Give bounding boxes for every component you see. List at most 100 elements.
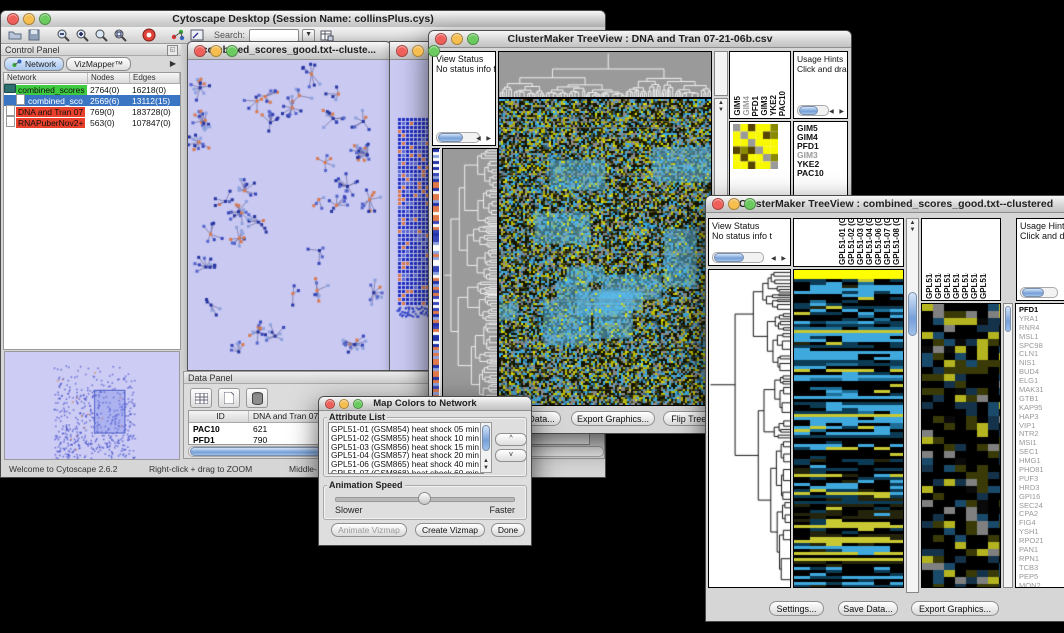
gene-label[interactable]: HRD3 bbox=[1019, 483, 1064, 492]
main-title-bar[interactable]: Cytoscape Desktop (Session Name: collins… bbox=[1, 11, 605, 28]
close-button[interactable] bbox=[712, 198, 724, 210]
row-dendrogram-canvas[interactable] bbox=[709, 270, 790, 587]
done-button[interactable]: Done bbox=[491, 523, 525, 537]
scroll-up-icon[interactable]: ▲ bbox=[715, 100, 727, 107]
scroll-arrows-icon[interactable]: ◀ ▶ bbox=[771, 255, 788, 262]
gene-label[interactable]: NTR2 bbox=[1019, 429, 1064, 438]
scroll-arrows-icon[interactable]: ◀ ▶ bbox=[829, 108, 846, 115]
gene-label[interactable]: PAN1 bbox=[1019, 545, 1064, 554]
view-status-hscrollbar[interactable] bbox=[436, 132, 480, 143]
zoom-fit-icon[interactable] bbox=[112, 28, 127, 42]
gene-label[interactable]: CPA2 bbox=[1019, 509, 1064, 518]
zoom-button[interactable] bbox=[226, 45, 238, 57]
gene-label[interactable]: MSL1 bbox=[1019, 332, 1064, 341]
minimize-button[interactable] bbox=[210, 45, 222, 57]
treeview1-vscroll-top[interactable] bbox=[714, 51, 728, 96]
gene-label[interactable]: GIM3 bbox=[797, 150, 847, 159]
gene-label[interactable]: YSH1 bbox=[1019, 527, 1064, 536]
gene-label[interactable]: RNR4 bbox=[1019, 323, 1064, 332]
open-session-icon[interactable] bbox=[7, 28, 22, 42]
gene-label[interactable]: GTB1 bbox=[1019, 394, 1064, 403]
table-import-icon[interactable] bbox=[319, 28, 334, 42]
network-view-title-bar[interactable]: combined_scores_good.txt--cluste... bbox=[188, 42, 390, 60]
column-label[interactable]: GPL51-06 (GSM865) bbox=[874, 219, 883, 265]
scroll-up-icon[interactable]: ▲ bbox=[481, 458, 491, 464]
close-button[interactable] bbox=[435, 33, 447, 45]
gene-label[interactable]: PAC10 bbox=[797, 168, 847, 177]
zoom-button[interactable] bbox=[744, 198, 756, 210]
network-row[interactable]: combined_sco2569(6)13112(15) bbox=[4, 95, 180, 106]
gene-label[interactable]: PFD1 bbox=[797, 141, 847, 150]
column-label[interactable]: GPL51-08 (GSM872) bbox=[979, 273, 988, 299]
column-label[interactable]: GPL51-06 (GSM865) bbox=[961, 273, 970, 299]
usage-hints-hscrollbar[interactable] bbox=[797, 105, 829, 116]
scroll-arrows-icon[interactable]: ◀ ▶ bbox=[476, 135, 493, 142]
background-network-canvas[interactable] bbox=[390, 60, 430, 368]
close-button[interactable] bbox=[396, 45, 408, 57]
search-dropdown-icon[interactable]: ▼ bbox=[302, 29, 315, 42]
scroll-down-icon[interactable]: ▼ bbox=[715, 107, 727, 114]
heatmap-canvas[interactable] bbox=[499, 99, 711, 405]
column-label[interactable]: GPL51-07 (GSM868) bbox=[970, 273, 979, 299]
minimize-button[interactable] bbox=[728, 198, 740, 210]
gene-label[interactable]: ELG1 bbox=[1019, 376, 1064, 385]
detail-heatmap-canvas[interactable] bbox=[922, 304, 1000, 587]
tab-overflow-icon[interactable]: ▶ bbox=[170, 59, 176, 68]
column-label[interactable]: GIM5 bbox=[733, 96, 742, 116]
export-graphics-button[interactable]: Export Graphics... bbox=[571, 411, 655, 426]
gene-label[interactable]: CLN1 bbox=[1019, 349, 1064, 358]
detail-vscrollbar[interactable] bbox=[1003, 303, 1013, 588]
vizmapper-nodes-icon[interactable] bbox=[170, 28, 185, 42]
attribute-item[interactable]: GPL51-04 (GSM857) heat shock 20 min bbox=[331, 450, 483, 459]
attribute-list-vscrollbar[interactable]: ▲ ▼ bbox=[480, 422, 492, 473]
scroll-down-icon[interactable]: ▼ bbox=[907, 227, 918, 234]
column-label[interactable]: GPL51-03 (GSM856) bbox=[943, 273, 952, 299]
gene-label[interactable]: BUD4 bbox=[1019, 367, 1064, 376]
column-label[interactable]: GPL51-01 (GSM854) bbox=[838, 219, 847, 265]
attribute-item[interactable]: GPL51-01 (GSM854) heat shock 05 min bbox=[331, 424, 483, 433]
attribute-item[interactable]: GPL51-03 (GSM856) heat shock 15 min bbox=[331, 442, 483, 451]
zoom-button[interactable] bbox=[353, 399, 363, 409]
scroll-thumb[interactable] bbox=[482, 425, 490, 451]
scroll-up-icon[interactable]: ▲ bbox=[907, 220, 918, 227]
treeview2-title-bar[interactable]: ClusterMaker TreeView : combined_scores_… bbox=[706, 196, 1064, 213]
gene-label[interactable]: GIM5 bbox=[797, 123, 847, 132]
gene-label[interactable]: HMG1 bbox=[1019, 456, 1064, 465]
create-vizmap-button[interactable]: Create Vizmap bbox=[415, 523, 485, 537]
column-label[interactable]: PAC10 bbox=[778, 91, 787, 116]
float-panel-icon[interactable]: ◱ bbox=[167, 45, 178, 56]
close-button[interactable] bbox=[194, 45, 206, 57]
gene-label[interactable]: YRA1 bbox=[1019, 314, 1064, 323]
attribute-table-icon[interactable] bbox=[190, 388, 212, 408]
scroll-thumb[interactable] bbox=[908, 292, 917, 336]
tab-vizmapper[interactable]: VizMapper™ bbox=[66, 57, 131, 71]
column-label[interactable]: GPL51-02 (GSM855) bbox=[847, 219, 856, 265]
scroll-thumb[interactable] bbox=[1005, 306, 1011, 332]
gene-label[interactable]: MSI1 bbox=[1019, 438, 1064, 447]
heatmap-canvas[interactable] bbox=[794, 270, 903, 587]
column-label[interactable]: GPL51-08 (GSM872) bbox=[892, 219, 901, 265]
gene-label[interactable]: VIP1 bbox=[1019, 421, 1064, 430]
column-label[interactable]: YKE2 bbox=[769, 95, 778, 116]
treeview1-title-bar[interactable]: ClusterMaker TreeView : DNA and Tran 07-… bbox=[429, 31, 851, 48]
gene-label[interactable]: KAP95 bbox=[1019, 403, 1064, 412]
gene-label[interactable]: HAP3 bbox=[1019, 412, 1064, 421]
network-canvas[interactable] bbox=[188, 60, 388, 368]
network-row[interactable]: DNA and Tran 07769(0)183728(0) bbox=[4, 106, 180, 117]
minimize-button[interactable] bbox=[412, 45, 424, 57]
gene-label[interactable]: YKE2 bbox=[797, 159, 847, 168]
close-button[interactable] bbox=[325, 399, 335, 409]
gene-label[interactable]: PUF3 bbox=[1019, 474, 1064, 483]
gene-label[interactable]: SEC1 bbox=[1019, 447, 1064, 456]
zoom-out-icon[interactable] bbox=[55, 28, 70, 42]
gene-label[interactable]: SEC24 bbox=[1019, 501, 1064, 510]
minimize-button[interactable] bbox=[339, 399, 349, 409]
column-label[interactable]: GPL51-04 (GSM857) bbox=[865, 219, 874, 265]
delete-attribute-icon[interactable] bbox=[246, 388, 268, 408]
column-label[interactable]: GPL51-02 (GSM855) bbox=[934, 273, 943, 299]
settings-button[interactable]: Settings... bbox=[769, 601, 824, 616]
treeview2-vscrollbar[interactable]: ▲ ▼ bbox=[906, 218, 919, 593]
correlation-matrix-canvas[interactable] bbox=[733, 124, 778, 169]
gene-label[interactable]: RPN1 bbox=[1019, 554, 1064, 563]
row-dendrogram-canvas[interactable] bbox=[443, 149, 497, 405]
